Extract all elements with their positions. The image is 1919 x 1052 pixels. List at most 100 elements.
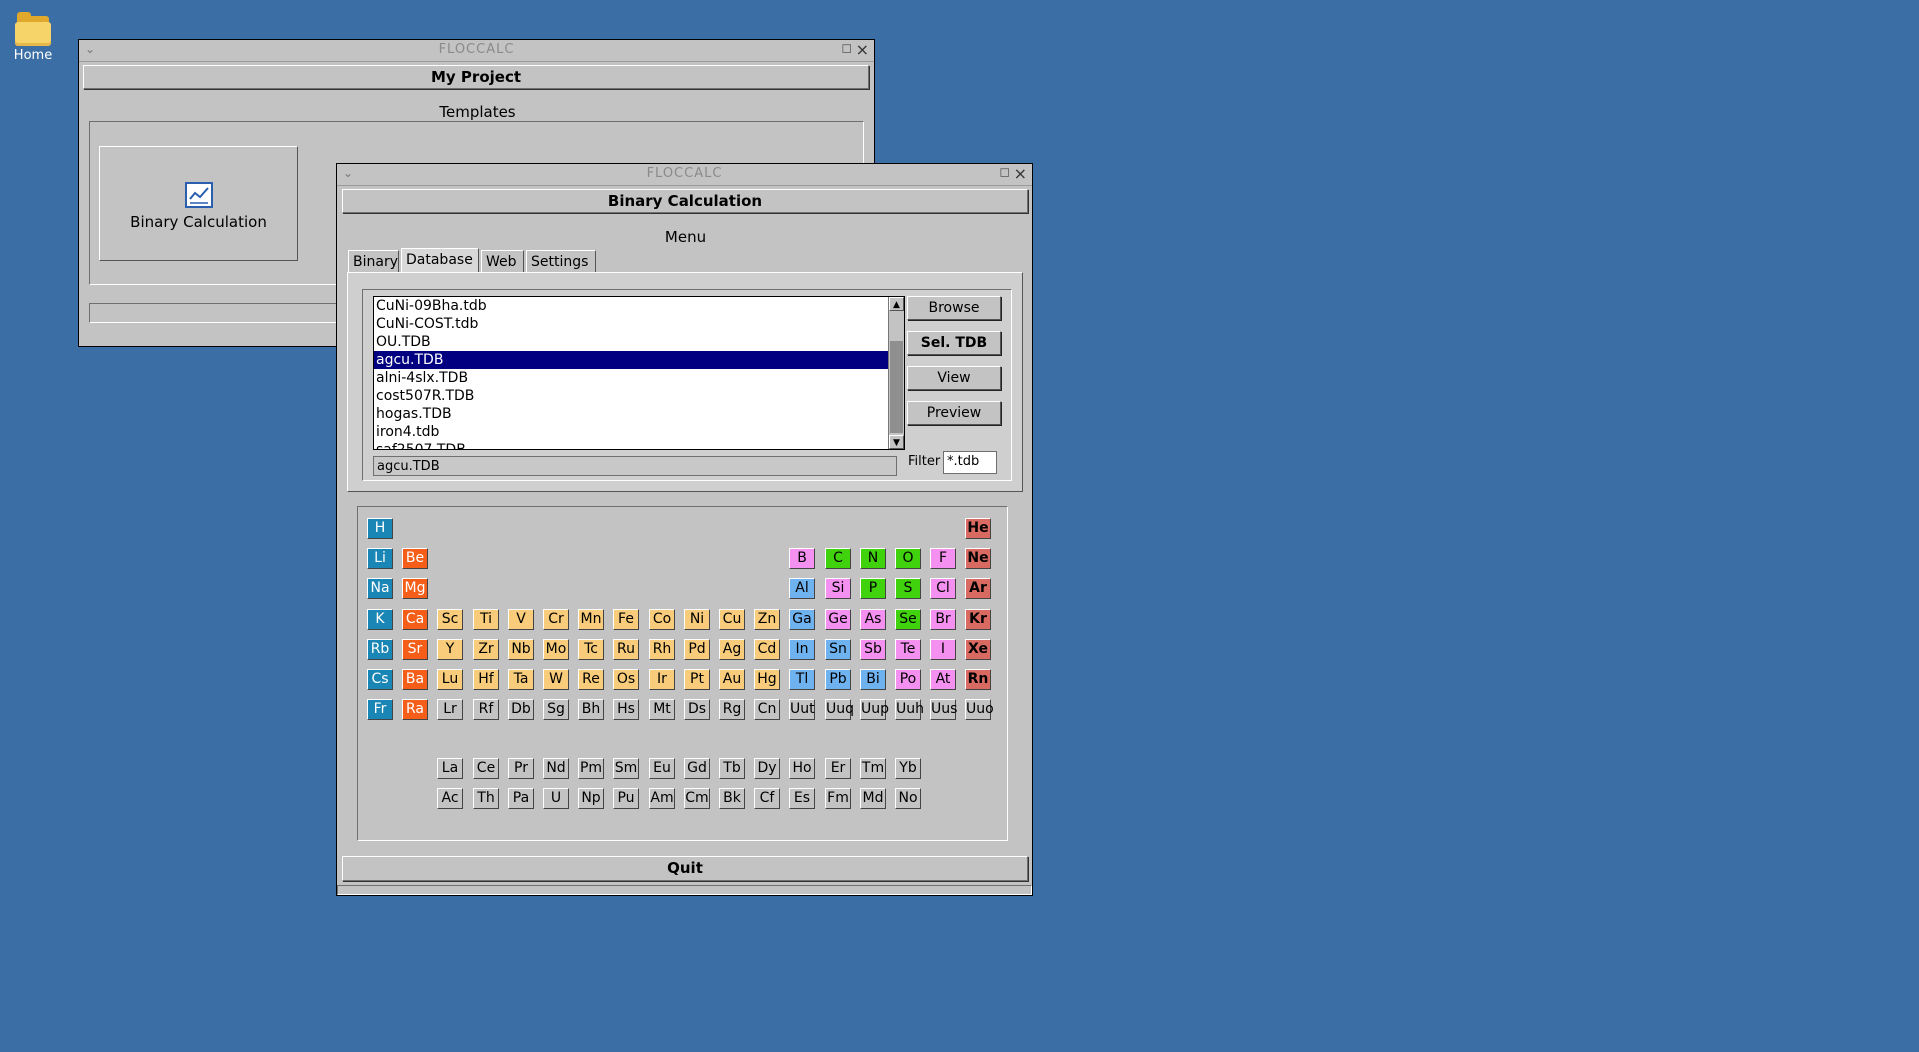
- element-c[interactable]: C: [825, 548, 851, 569]
- element-ho[interactable]: Ho: [789, 758, 815, 779]
- element-he[interactable]: He: [965, 518, 991, 539]
- element-o[interactable]: O: [895, 548, 921, 569]
- element-fr[interactable]: Fr: [367, 699, 393, 720]
- element-cs[interactable]: Cs: [367, 669, 393, 690]
- tdb-file-list[interactable]: CuNi-09Bha.tdb CuNi-COST.tdb OU.TDB agcu.TD…: [373, 296, 905, 450]
- element-at[interactable]: At: [930, 669, 956, 690]
- element-tl[interactable]: Tl: [789, 669, 815, 690]
- element-eu[interactable]: Eu: [649, 758, 675, 779]
- tab-settings[interactable]: Settings: [526, 250, 596, 272]
- element-te[interactable]: Te: [895, 639, 921, 660]
- element-os[interactable]: Os: [613, 669, 639, 690]
- element-in[interactable]: In: [789, 639, 815, 660]
- element-dy[interactable]: Dy: [754, 758, 780, 779]
- element-pr[interactable]: Pr: [508, 758, 534, 779]
- file-list-item[interactable]: saf2507.TDB: [374, 441, 904, 449]
- element-ta[interactable]: Ta: [508, 669, 534, 690]
- scroll-up-arrow[interactable]: ▲: [889, 297, 904, 311]
- element-cr[interactable]: Cr: [543, 609, 569, 630]
- element-hf[interactable]: Hf: [473, 669, 499, 690]
- element-ni[interactable]: Ni: [684, 609, 710, 630]
- file-list-item[interactable]: hogas.TDB: [374, 405, 904, 423]
- selected-path-field[interactable]: agcu.TDB: [373, 456, 897, 476]
- element-cu[interactable]: Cu: [719, 609, 745, 630]
- element-hs[interactable]: Hs: [613, 699, 639, 720]
- element-rn[interactable]: Rn: [965, 669, 991, 690]
- element-pd[interactable]: Pd: [684, 639, 710, 660]
- element-br[interactable]: Br: [930, 609, 956, 630]
- element-p[interactable]: P: [860, 578, 886, 599]
- element-ra[interactable]: Ra: [402, 699, 428, 720]
- element-yb[interactable]: Yb: [895, 758, 921, 779]
- element-cd[interactable]: Cd: [754, 639, 780, 660]
- element-be[interactable]: Be: [402, 548, 428, 569]
- element-rg[interactable]: Rg: [719, 699, 745, 720]
- browse-button[interactable]: Browse: [907, 296, 1001, 320]
- maximize-icon[interactable]: ◻: [999, 165, 1010, 180]
- element-tc[interactable]: Tc: [578, 639, 604, 660]
- element-lr[interactable]: Lr: [437, 699, 463, 720]
- tab-web[interactable]: Web: [481, 250, 524, 272]
- element-ga[interactable]: Ga: [789, 609, 815, 630]
- element-sc[interactable]: Sc: [437, 609, 463, 630]
- element-lu[interactable]: Lu: [437, 669, 463, 690]
- element-b[interactable]: B: [789, 548, 815, 569]
- element-ca[interactable]: Ca: [402, 609, 428, 630]
- sel-tdb-button[interactable]: Sel. TDB: [907, 331, 1001, 355]
- element-md[interactable]: Md: [860, 788, 886, 809]
- element-mt[interactable]: Mt: [649, 699, 675, 720]
- element-xe[interactable]: Xe: [965, 639, 991, 660]
- element-sm[interactable]: Sm: [613, 758, 639, 779]
- file-list-item[interactable]: CuNi-COST.tdb: [374, 315, 904, 333]
- element-w[interactable]: W: [543, 669, 569, 690]
- maximize-icon[interactable]: ◻: [841, 41, 852, 56]
- element-no[interactable]: No: [895, 788, 921, 809]
- element-cl[interactable]: Cl: [930, 578, 956, 599]
- element-tm[interactable]: Tm: [860, 758, 886, 779]
- binary-calculation-template-button[interactable]: Binary Calculation: [99, 146, 298, 261]
- element-v[interactable]: V: [508, 609, 534, 630]
- element-uuo[interactable]: Uuo: [965, 699, 994, 720]
- element-f[interactable]: F: [930, 548, 956, 569]
- element-zn[interactable]: Zn: [754, 609, 780, 630]
- element-se[interactable]: Se: [895, 609, 921, 630]
- element-sr[interactable]: Sr: [402, 639, 428, 660]
- project-header[interactable]: My Project: [83, 65, 869, 89]
- element-ru[interactable]: Ru: [613, 639, 639, 660]
- element-rh[interactable]: Rh: [649, 639, 675, 660]
- element-ar[interactable]: Ar: [965, 578, 991, 599]
- element-kr[interactable]: Kr: [965, 609, 991, 630]
- tab-database[interactable]: Database: [401, 248, 479, 272]
- front-window-titlebar[interactable]: ⌄ FLOCCALC ◻ ×: [337, 164, 1032, 186]
- file-list-item[interactable]: alni-4slx.TDB: [374, 369, 904, 387]
- filter-input[interactable]: *.tdb: [943, 451, 997, 474]
- element-u[interactable]: U: [543, 788, 569, 809]
- quit-button[interactable]: Quit: [342, 856, 1028, 881]
- element-as[interactable]: As: [860, 609, 886, 630]
- element-th[interactable]: Th: [473, 788, 499, 809]
- home-desktop-icon[interactable]: Home: [8, 12, 58, 63]
- element-fe[interactable]: Fe: [613, 609, 639, 630]
- element-mo[interactable]: Mo: [543, 639, 569, 660]
- element-sb[interactable]: Sb: [860, 639, 886, 660]
- element-ce[interactable]: Ce: [473, 758, 499, 779]
- file-list-item[interactable]: iron4.tdb: [374, 423, 904, 441]
- element-li[interactable]: Li: [367, 548, 393, 569]
- element-db[interactable]: Db: [508, 699, 534, 720]
- element-uup[interactable]: Uup: [860, 699, 889, 720]
- element-cn[interactable]: Cn: [754, 699, 780, 720]
- scroll-down-arrow[interactable]: ▼: [889, 435, 904, 449]
- element-sg[interactable]: Sg: [543, 699, 569, 720]
- element-pa[interactable]: Pa: [508, 788, 534, 809]
- element-zr[interactable]: Zr: [473, 639, 499, 660]
- element-la[interactable]: La: [437, 758, 463, 779]
- element-uut[interactable]: Uut: [789, 699, 815, 720]
- file-list-item[interactable]: OU.TDB: [374, 333, 904, 351]
- element-nb[interactable]: Nb: [508, 639, 534, 660]
- element-hg[interactable]: Hg: [754, 669, 780, 690]
- element-uuq[interactable]: Uuq: [825, 699, 854, 720]
- element-ac[interactable]: Ac: [437, 788, 463, 809]
- element-si[interactable]: Si: [825, 578, 851, 599]
- element-pb[interactable]: Pb: [825, 669, 851, 690]
- element-sn[interactable]: Sn: [825, 639, 851, 660]
